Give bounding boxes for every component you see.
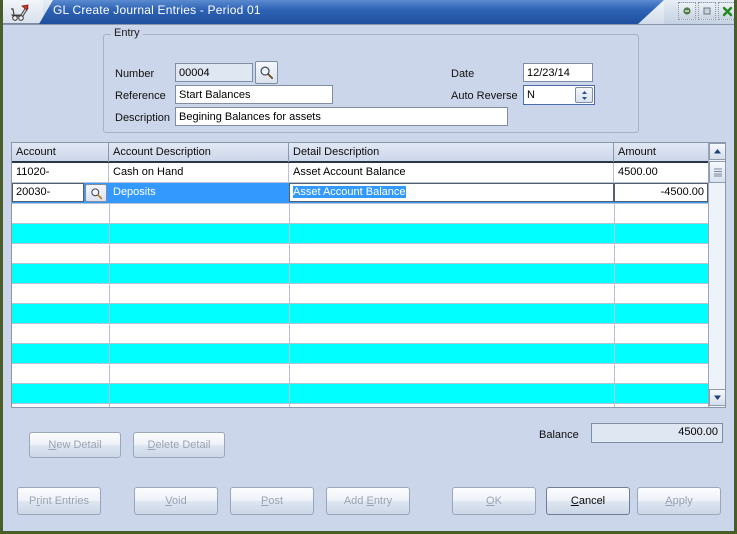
table-row-empty[interactable] (12, 264, 708, 284)
detail-description-selected-text: Asset Account Balance (293, 186, 406, 198)
maximize-button[interactable] (698, 2, 716, 20)
table-row-empty[interactable] (12, 304, 708, 324)
spinner-updown-icon[interactable] (575, 87, 593, 103)
delete-detail-button[interactable]: Delete Detail (133, 432, 225, 458)
title-bar: GL Create Journal Entries - Period 01 (3, 0, 734, 24)
balance-label: Balance (539, 429, 579, 441)
ok-button[interactable]: OK (452, 487, 536, 515)
add-entry-label: Add Entry (343, 495, 393, 507)
description-input[interactable] (175, 107, 508, 126)
grid-column-divider (109, 204, 110, 407)
grid-column-divider (289, 204, 290, 407)
new-detail-label: New Detail (48, 439, 102, 451)
column-header-account[interactable]: Account (12, 143, 109, 162)
table-row-empty[interactable] (12, 224, 708, 244)
post-button[interactable]: Post (230, 487, 314, 515)
cancel-button[interactable]: Cancel (546, 487, 630, 515)
application-window: GL Create Journal Entries - Period 01 En… (0, 0, 737, 534)
cell-account: 11020- (12, 163, 109, 182)
print-entries-label: Print Entries (29, 495, 89, 507)
table-row-selected[interactable]: 20030- Deposits Asset Account Balance -4… (12, 183, 708, 204)
cell-detail-description-editor[interactable]: Asset Account Balance (289, 183, 614, 202)
reference-label: Reference (115, 90, 166, 102)
post-label: Post (260, 495, 284, 507)
cell-detail-description: Asset Account Balance (289, 163, 614, 182)
column-header-amount[interactable]: Amount (614, 143, 708, 162)
minimize-button[interactable] (678, 2, 696, 20)
delete-detail-label: Delete Detail (147, 439, 211, 451)
close-button[interactable] (718, 2, 734, 20)
void-button[interactable]: Void (134, 487, 218, 515)
account-lookup-button[interactable] (85, 184, 107, 202)
ok-label: OK (486, 495, 502, 507)
table-row-empty[interactable] (12, 364, 708, 384)
chevron-up-icon[interactable] (709, 143, 725, 160)
scrollbar-thumb[interactable] (709, 161, 725, 183)
apply-label: Apply (665, 495, 693, 507)
number-label: Number (115, 68, 155, 80)
date-input[interactable] (523, 63, 593, 82)
add-entry-button[interactable]: Add Entry (326, 487, 410, 515)
cell-amount-editor[interactable]: -4500.00 (614, 183, 708, 202)
table-row-empty[interactable] (12, 384, 708, 404)
apply-button[interactable]: Apply (637, 487, 721, 515)
new-detail-button[interactable]: New Detail (29, 432, 121, 458)
cell-account-description: Deposits (113, 186, 156, 198)
auto-reverse-label: Auto Reverse (451, 90, 518, 102)
entry-group-label: Entry (111, 27, 143, 39)
cell-amount: 4500.00 (618, 166, 658, 178)
table-row-empty[interactable] (12, 284, 708, 304)
client-area: Entry Number Reference Description Date … (3, 24, 734, 528)
description-label: Description (115, 112, 171, 124)
cart-icon (8, 2, 34, 22)
journal-detail-grid[interactable]: Account Account Description Detail Descr… (11, 142, 726, 408)
number-lookup-button[interactable] (255, 61, 278, 84)
window-controls (678, 2, 734, 20)
grid-header-row: Account Account Description Detail Descr… (12, 143, 725, 163)
window-title: GL Create Journal Entries - Period 01 (53, 3, 261, 17)
date-label: Date (451, 68, 475, 80)
column-header-detail-description[interactable]: Detail Description (289, 143, 614, 162)
void-label: Void (165, 495, 187, 507)
reference-input[interactable] (175, 85, 333, 104)
table-row-empty[interactable] (12, 204, 708, 224)
cancel-label: Cancel (570, 495, 606, 507)
print-entries-button[interactable]: Print Entries (17, 487, 101, 515)
balance-value: 4500.00 (591, 423, 723, 443)
grid-column-divider (614, 204, 615, 407)
table-row[interactable]: 11020- Cash on Hand Asset Account Balanc… (12, 163, 708, 183)
table-row-empty[interactable] (12, 244, 708, 264)
grid-vertical-scrollbar[interactable] (708, 143, 725, 407)
table-row-empty[interactable] (12, 344, 708, 364)
number-input[interactable] (175, 63, 253, 82)
table-row-empty[interactable] (12, 324, 708, 344)
cell-account-editor[interactable]: 20030- (12, 183, 84, 202)
chevron-down-icon[interactable] (709, 389, 725, 406)
cell-account-description: Cash on Hand (109, 163, 289, 182)
column-header-account-description[interactable]: Account Description (109, 143, 289, 162)
